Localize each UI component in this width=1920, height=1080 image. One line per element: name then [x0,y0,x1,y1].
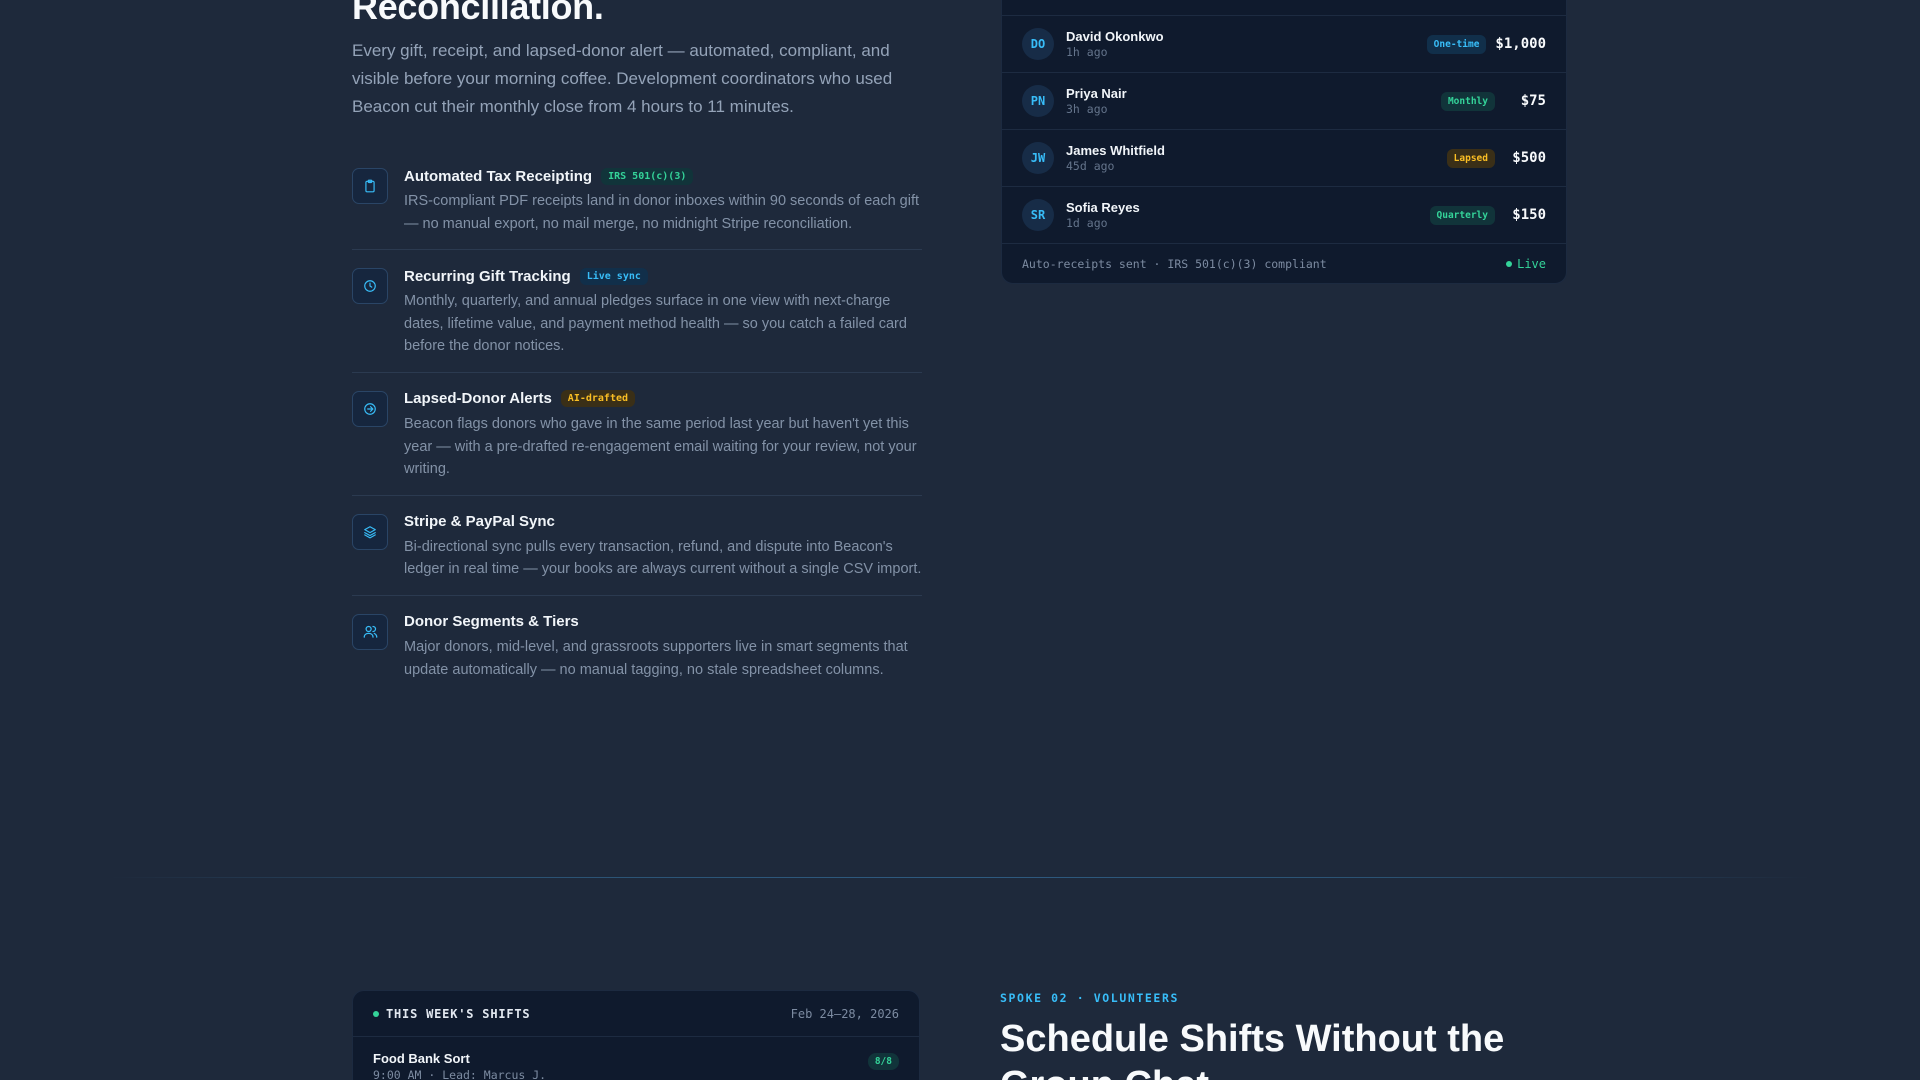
donor-name: Priya Nair [1066,86,1127,101]
status-dot-icon [373,1010,379,1017]
feature-badge: IRS 501(c)(3) [601,167,694,185]
feature-badge: AI-drafted [560,390,636,408]
feature-list: Automated Tax Receipting IRS 501(c)(3) I… [352,158,922,695]
live-dot-icon [1506,261,1513,267]
section-divider [110,877,1810,878]
gift-amount: $500 [1512,150,1546,166]
feature-description: Monthly, quarterly, and annual pledges s… [404,293,907,355]
avatar: JW [1022,142,1054,174]
donor-activity-card: DO David Okonkwo 1h ago One-time $1,000 … [1001,0,1567,284]
feature-item: Lapsed-Donor Alerts AI-drafted Beacon fl… [352,373,922,496]
feature-description: Beacon flags donors who gave in the same… [404,415,917,478]
feature-item: Automated Tax Receipting IRS 501(c)(3) I… [352,158,922,251]
clock-icon [352,268,388,305]
gift-type-badge: Lapsed [1446,148,1495,168]
layers-icon [352,513,388,550]
feature-title: Automated Tax Receipting [404,167,593,185]
users-icon [352,613,388,650]
donor-time: 45d ago [1066,159,1115,173]
gift-type-badge: One-time [1426,34,1487,54]
gift-type-badge: Monthly [1440,91,1495,111]
donor-card-footer: Auto-receipts sent · IRS 501(c)(3) compl… [1002,244,1566,283]
feature-title: Lapsed-Donor Alerts [404,390,552,408]
shifts-card: THIS WEEK'S SHIFTS Feb 24–28, 2026 Food … [352,990,920,1080]
feature-title: Recurring Gift Tracking [404,267,571,285]
donor-row[interactable]: DO David Okonkwo 1h ago One-time $1,000 [1002,16,1566,73]
avatar: DO [1022,28,1054,60]
shifts-date-range: Feb 24–28, 2026 [790,1006,899,1021]
donor-time: 1h ago [1066,45,1108,59]
donor-name: David Okonkwo [1066,29,1164,44]
feature-description: Major donors, mid-level, and grassroots … [404,638,908,678]
donor-row[interactable]: PN Priya Nair 3h ago Monthly $75 [1002,73,1566,130]
hero-description: Every gift, receipt, and lapsed-donor al… [352,41,893,116]
live-label: Live [1517,257,1546,271]
donor-name: Sofia Reyes [1066,200,1140,215]
list-item [1002,0,1566,16]
donor-name: James Whitfield [1066,143,1165,158]
gift-amount: $150 [1512,207,1546,223]
donor-time: 1d ago [1066,216,1108,230]
feature-description: IRS-compliant PDF receipts land in donor… [404,193,920,232]
section-eyebrow: SPOKE 02 · VOLUNTEERS [1000,991,1179,1005]
shift-fill-badge: 8/8 [867,1053,899,1070]
live-status: Live [1506,257,1546,271]
shifts-card-header: THIS WEEK'S SHIFTS Feb 24–28, 2026 [353,991,919,1037]
shift-meta: 9:00 AM · Lead: Marcus J. [373,1068,547,1080]
shift-row[interactable]: Food Bank Sort 9:00 AM · Lead: Marcus J.… [353,1037,919,1080]
avatar: SR [1022,199,1054,231]
feature-item: Recurring Gift Tracking Live sync Monthl… [352,250,922,373]
shift-name: Food Bank Sort [373,1051,470,1066]
gift-amount: $75 [1520,93,1546,109]
feature-title: Donor Segments & Tiers [404,613,579,631]
arrow-circle-icon [352,390,388,427]
feature-title: Stripe & PayPal Sync [404,513,555,531]
feature-item: Stripe & PayPal Sync Bi-directional sync… [352,496,922,596]
page-title: Reconciliation. [352,0,604,27]
shifts-title: THIS WEEK'S SHIFTS [386,1006,531,1021]
feature-badge: Live sync [579,267,648,285]
gift-amount: $1,000 [1495,36,1546,52]
donor-row[interactable]: JW James Whitfield 45d ago Lapsed $500 [1002,130,1566,187]
donor-time: 3h ago [1066,102,1108,116]
compliance-note: Auto-receipts sent · IRS 501(c)(3) compl… [1022,257,1327,271]
donor-row[interactable]: SR Sofia Reyes 1d ago Quarterly $150 [1002,187,1566,244]
avatar: PN [1022,85,1054,117]
feature-item: Donor Segments & Tiers Major donors, mid… [352,596,922,695]
section-title: Schedule Shifts Without the Group Chat [1000,1018,1505,1080]
gift-type-badge: Quarterly [1429,205,1495,225]
clipboard-icon [352,168,388,204]
feature-description: Bi-directional sync pulls every transact… [404,538,922,578]
